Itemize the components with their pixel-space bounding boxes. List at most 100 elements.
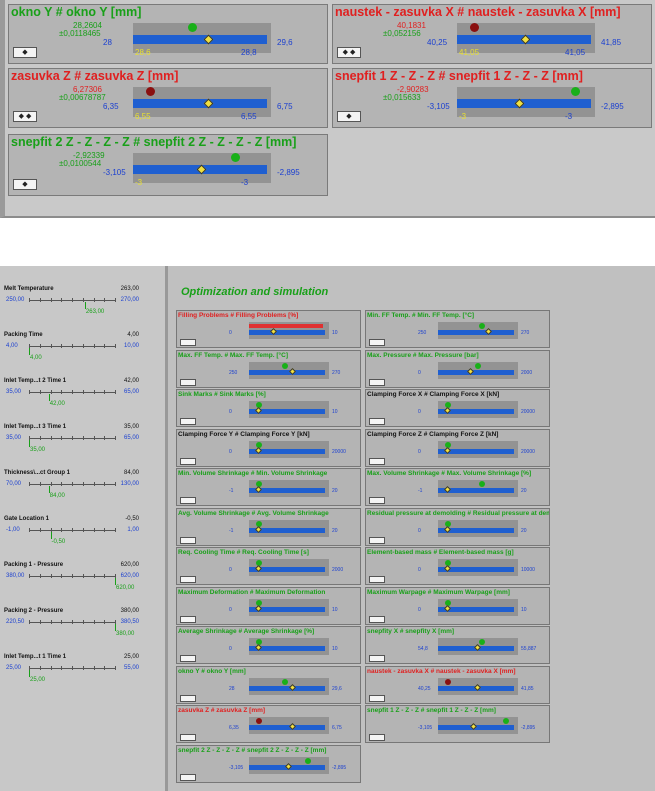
slider-tick [50,390,52,394]
slider-tick [61,666,63,670]
min-value: 0 [418,606,421,613]
slider-min: 70,00 [6,481,22,487]
min-value: 0 [229,409,232,415]
panel-button[interactable]: ◆ [13,47,37,58]
panel-title: snepfit 1 Z - Z - Z # snepfit 1 Z - Z - … [335,69,583,83]
slider-handle[interactable] [29,670,30,677]
slider-handle[interactable] [29,440,30,447]
min-value: 28 [103,38,112,47]
panel-button[interactable] [369,418,385,425]
panel-button[interactable] [180,694,196,702]
max-value: 10 [332,646,338,652]
slider-handle[interactable] [84,302,86,309]
slider-label: Inlet Temp...t 3 Time 1 [4,424,67,430]
slider-current: 620,00 [116,585,135,591]
panel-button[interactable] [180,536,196,544]
slider-tick [115,528,116,532]
min-value: -1 [229,488,234,494]
slider-tick [72,344,73,348]
panel-button[interactable] [180,655,196,662]
panel-button[interactable] [180,615,196,623]
slider-tick [61,574,63,578]
sidebar-slider[interactable]: Inlet Temp...t 1 Time 1 25,00 25,00 55,00 25… [3,654,163,695]
max-value: -2,895 [601,102,624,111]
slider-handle[interactable] [115,578,116,585]
slider-value: 42,00 [123,378,139,384]
panel-button[interactable] [369,655,385,662]
slider-handle[interactable] [50,532,52,539]
panel-button[interactable] [369,378,385,386]
slider-tick [72,482,73,486]
value-dot [478,639,485,645]
panel-button[interactable] [180,773,196,781]
panel-button[interactable] [180,418,196,425]
max-value: 10 [332,606,338,613]
slider-tick [29,390,30,394]
slider-handle[interactable] [48,394,50,401]
slider-tick [104,666,106,670]
min-value: 40,25 [427,38,448,47]
slider-min: 35,00 [6,389,22,395]
mini-panel: okno Y # okno Y [mm] 28 29,6 [176,665,361,704]
panel-button[interactable] [369,339,385,346]
max-value: 2000 [521,369,533,376]
slider-tick [104,620,106,624]
tolerance-value: ±0,00678787 [59,93,106,102]
slider-handle[interactable] [29,348,30,355]
mini-panel-title: Max. Pressure # Max. Pressure [bar] [367,351,479,359]
slider-tick [72,620,73,624]
mini-panel-title: Avg. Volume Shrinkage # Avg. Volume Shri… [178,509,329,517]
panel-button[interactable] [369,734,385,741]
panel-button[interactable] [180,734,196,741]
panel-button[interactable]: ◆ ◆ [13,111,37,122]
sidebar-slider[interactable]: Inlet Temp...t 2 Time 1 42,00 35,00 65,00 42… [3,378,163,419]
panel-button[interactable] [369,497,385,504]
panel-button[interactable] [180,339,196,346]
slider-current: 25,00 [30,677,46,683]
slider-tick [115,436,116,440]
panel-title: snepfit 2 Z - Z - Z - Z # snepfit 2 Z - … [11,135,297,149]
sidebar-slider[interactable]: Packing Time 4,00 4,00 10,00 4,00 [3,332,163,373]
range-bar [133,99,267,108]
min-value: 40,25 [418,685,431,692]
panel-button[interactable] [369,615,385,623]
panel-button[interactable]: ◆ [337,111,361,122]
slider-tick [72,574,73,578]
slider-tick [50,574,52,578]
mini-panel-title: Req. Cooling Time # Req. Cooling Time [s… [178,549,309,556]
max-value: 55,887 [521,646,537,652]
sidebar-slider[interactable]: Inlet Temp...t 3 Time 1 35,00 35,00 65,00 35… [3,424,163,465]
sidebar-slider[interactable]: Thickness\...ct Group 1 84,00 70,00 130,00 8… [3,470,163,511]
panel-button[interactable] [180,497,196,504]
slider-value: 84,00 [123,470,139,476]
sidebar-slider[interactable]: Packing 2 - Pressure 380,00 220,50 380,50 38… [3,608,163,649]
mini-panel-title: Clamping Force X # Clamping Force X [kN] [367,391,500,398]
panel-button[interactable] [369,536,385,544]
slider-handle[interactable] [115,624,116,631]
slider-tick [39,436,41,440]
slider-handle[interactable] [48,486,50,493]
slider-tick [82,344,84,348]
range-bar [438,369,514,375]
slider-tick [72,666,73,670]
slider-min: 250,00 [6,297,25,303]
min-value: 0 [229,330,232,336]
panel-button[interactable] [180,378,196,386]
slider-min: 380,00 [6,573,25,579]
min-value: -3,105 [229,764,244,771]
slider-tick [39,390,41,394]
panel-button[interactable] [369,576,385,583]
panel-button[interactable] [369,694,385,702]
tolerance-value: ±0,0100544 [59,159,102,168]
sidebar-slider[interactable]: Gate Location 1 -0,50 -1,00 1,00 -0,50 [3,516,163,557]
panel-button[interactable]: ◆ ◆ [337,47,361,58]
panel-button[interactable] [180,457,196,465]
panel-button[interactable] [369,457,385,465]
panel-button[interactable] [180,576,196,583]
min-value: 0 [229,646,232,652]
panel-button[interactable]: ◆ [13,179,37,190]
sidebar-slider[interactable]: Melt Temperature 263,00 250,00 270,00 263,00 [3,286,163,327]
mini-panel: Clamping Force Y # Clamping Force Y [kN]… [176,428,361,467]
mini-panel-title: Min. Volume Shrinkage # Min. Volume Shri… [178,470,328,477]
sidebar-slider[interactable]: Packing 1 - Pressure 620,00 380,00 620,00 62… [3,562,163,603]
